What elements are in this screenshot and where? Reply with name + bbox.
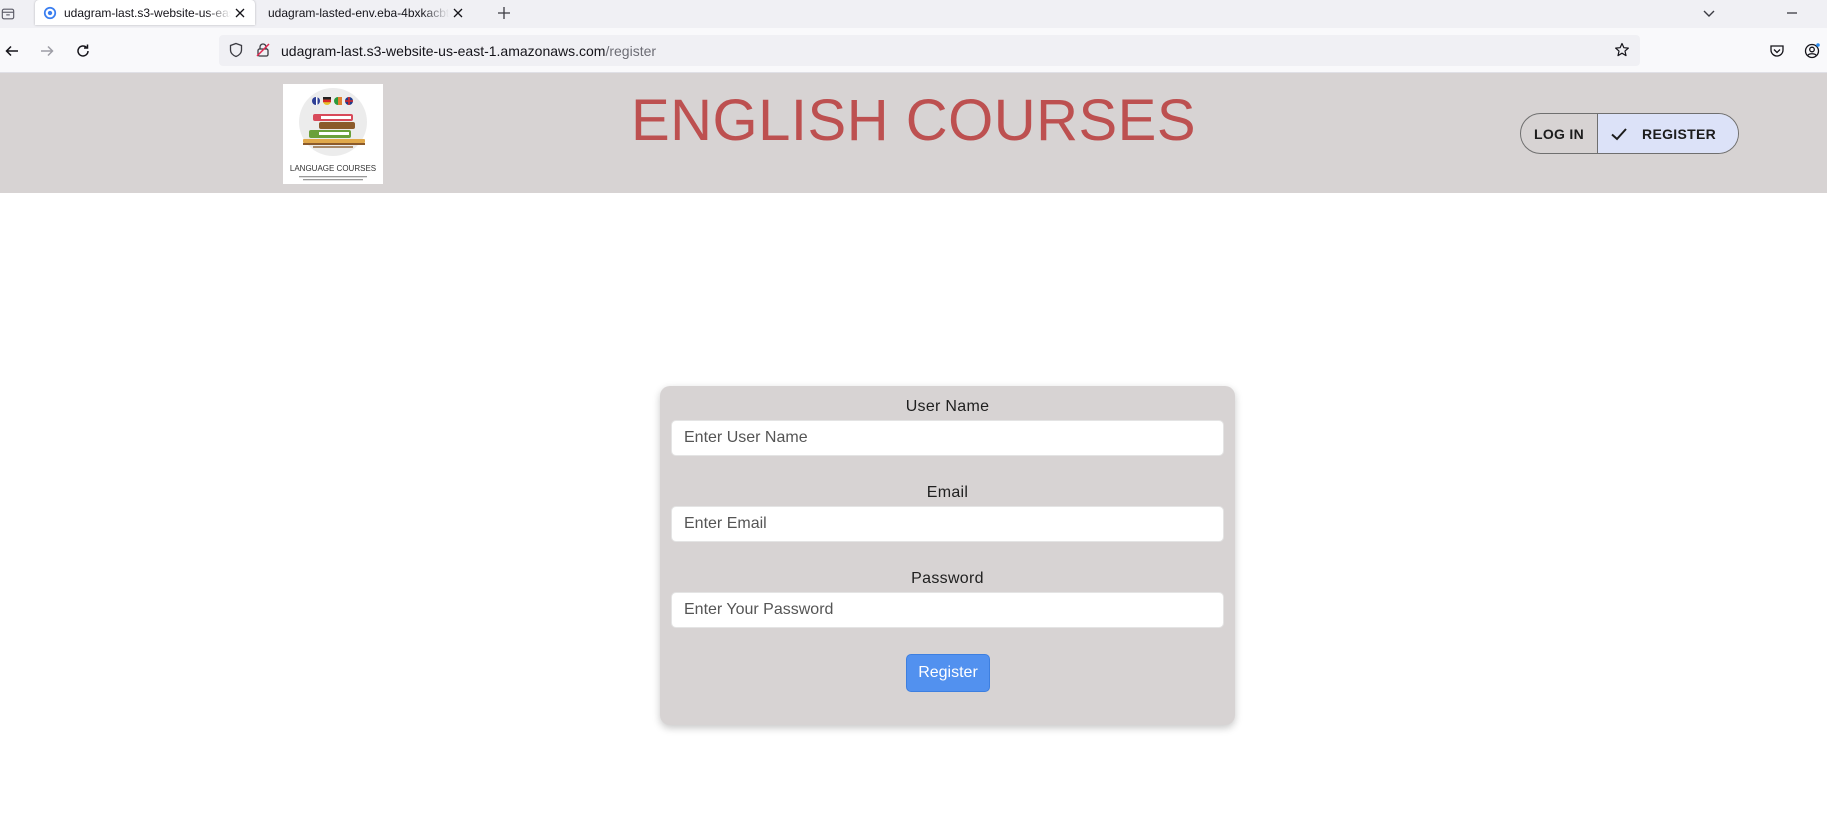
- forward-arrow-icon[interactable]: [36, 40, 58, 62]
- login-label: LOG IN: [1534, 125, 1585, 142]
- browser-navigation-bar: udagram-last.s3-website-us-east-1.amazon…: [0, 28, 1827, 73]
- account-icon[interactable]: [1801, 40, 1823, 62]
- username-label: User Name: [905, 398, 990, 415]
- email-label: Email: [926, 484, 969, 501]
- register-submit-button[interactable]: Register: [906, 654, 990, 692]
- firefox-view-icon[interactable]: [0, 4, 16, 24]
- username-input[interactable]: [671, 420, 1224, 456]
- tab-title: udagram-last.s3-website-us-east-1.amazon…: [64, 5, 231, 20]
- back-arrow-icon[interactable]: [1, 40, 23, 62]
- reload-icon[interactable]: [72, 40, 94, 62]
- register-toggle-button[interactable]: REGISTER: [1597, 114, 1738, 153]
- logo-caption: LANGUAGE COURSES: [289, 164, 377, 173]
- password-input[interactable]: [671, 592, 1224, 628]
- tracking-protection-shield-icon[interactable]: [228, 42, 244, 58]
- loading-favicon-icon: [43, 6, 57, 19]
- site-header: LANGUAGE COURSES ENGLISH COURSES LOG IN …: [0, 73, 1827, 193]
- auth-toggle-group: LOG IN REGISTER: [1520, 113, 1739, 154]
- checkmark-icon: [1611, 127, 1627, 140]
- browser-tab-active[interactable]: udagram-last.s3-website-us-east-1.amazon…: [35, 0, 255, 25]
- register-label: REGISTER: [1642, 125, 1716, 142]
- close-tab-icon[interactable]: [231, 4, 249, 22]
- email-input[interactable]: [671, 506, 1224, 542]
- insecure-lock-icon[interactable]: [255, 42, 271, 58]
- minimize-window-icon[interactable]: [1782, 3, 1802, 23]
- url-text: udagram-last.s3-website-us-east-1.amazon…: [281, 43, 656, 59]
- browser-tab-strip: udagram-last.s3-website-us-east-1.amazon…: [0, 0, 1827, 28]
- address-bar[interactable]: udagram-last.s3-website-us-east-1.amazon…: [219, 35, 1640, 66]
- new-tab-plus-icon[interactable]: [494, 3, 514, 23]
- login-button[interactable]: LOG IN: [1521, 114, 1597, 153]
- list-all-tabs-chevron-icon[interactable]: [1699, 3, 1719, 23]
- register-form: User Name Email Password Register: [660, 386, 1235, 725]
- url-path: /register: [605, 43, 657, 59]
- pocket-icon[interactable]: [1766, 40, 1788, 62]
- browser-tab[interactable]: udagram-lasted-env.eba-4bxkacbt.us-east-…: [263, 0, 473, 25]
- url-host: udagram-last.s3-website-us-east-1.amazon…: [281, 43, 606, 59]
- password-label: Password: [911, 570, 984, 587]
- close-tab-icon[interactable]: [449, 4, 467, 22]
- bookmark-star-icon[interactable]: [1614, 42, 1630, 58]
- tab-title: udagram-lasted-env.eba-4bxkacbt.us-east-…: [268, 5, 449, 20]
